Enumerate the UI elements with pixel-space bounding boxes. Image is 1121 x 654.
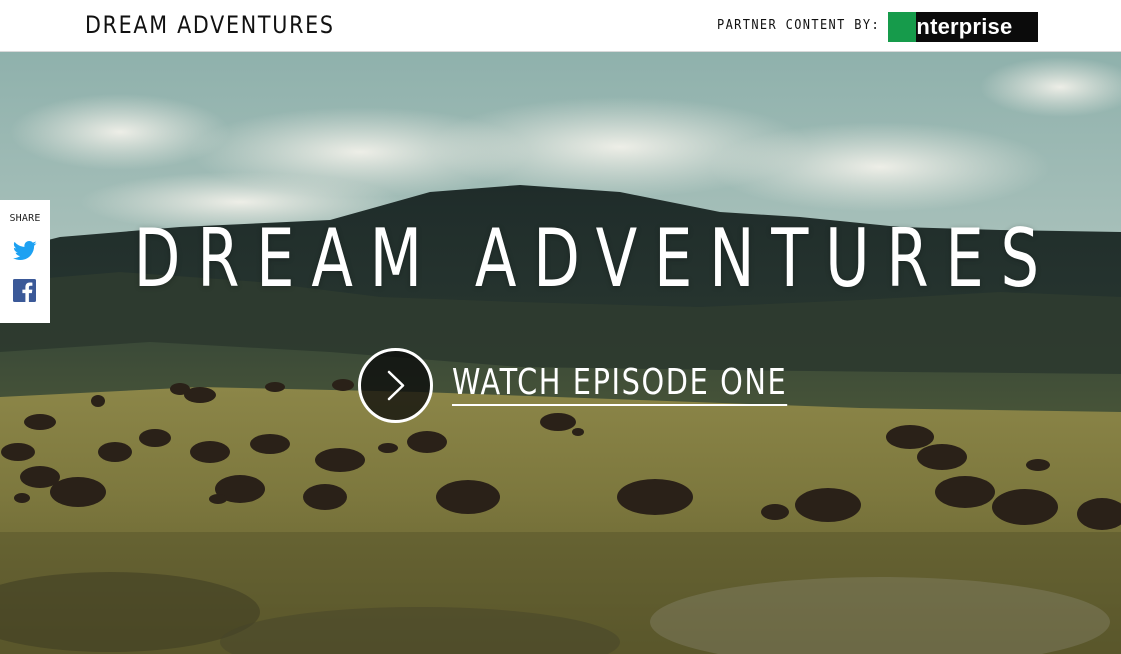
site-brand-link[interactable]: DREAM ADVENTURES [85, 11, 335, 39]
partner-content-label: PARTNER CONTENT BY: [717, 18, 881, 33]
top-bar: DREAM ADVENTURES PARTNER CONTENT BY: ent… [0, 0, 1121, 52]
share-label: SHARE [9, 213, 41, 224]
play-button[interactable] [358, 347, 433, 423]
hero-title: DREAM ADVENTURES [133, 212, 1056, 305]
share-rail: SHARE [0, 200, 50, 323]
watch-episode-link[interactable]: WATCH EPISODE ONE [358, 347, 871, 423]
enterprise-logo-text: enterprise [904, 14, 1013, 39]
watch-episode-label[interactable]: WATCH EPISODE ONE [452, 364, 788, 406]
hero-banner: DREAM ADVENTURES WATCH EPISODE ONE [0, 52, 1121, 654]
enterprise-logo-link[interactable]: enterprise [888, 12, 1038, 42]
twitter-share-button[interactable] [12, 241, 37, 265]
facebook-share-button[interactable] [13, 279, 36, 306]
facebook-icon [13, 279, 36, 302]
chevron-right-icon [387, 370, 405, 400]
twitter-icon [12, 241, 37, 260]
enterprise-logo-mark [888, 12, 916, 42]
